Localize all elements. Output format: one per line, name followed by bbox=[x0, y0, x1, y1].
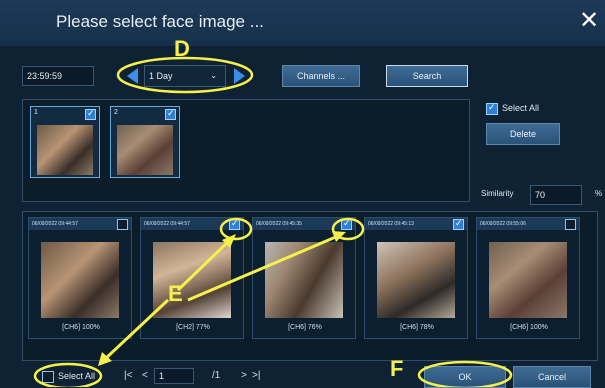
annotation-ellipse-ok bbox=[417, 360, 513, 387]
annotation-label-e: E bbox=[168, 281, 183, 306]
annotation-label-f: F bbox=[390, 356, 404, 381]
annotation-arrow-3 bbox=[102, 298, 170, 362]
annotation-ellipse-check-2 bbox=[219, 217, 253, 241]
annotation-ellipse-select-all bbox=[33, 362, 103, 387]
annotation-label-d: D bbox=[174, 36, 190, 61]
annotation-ellipse-range bbox=[116, 56, 254, 94]
annotation-overlay bbox=[33, 56, 513, 387]
annotation-arrow-2 bbox=[187, 234, 339, 302]
annotation-arrow-1 bbox=[176, 238, 232, 292]
annotation-arrowhead-2 bbox=[332, 231, 346, 242]
